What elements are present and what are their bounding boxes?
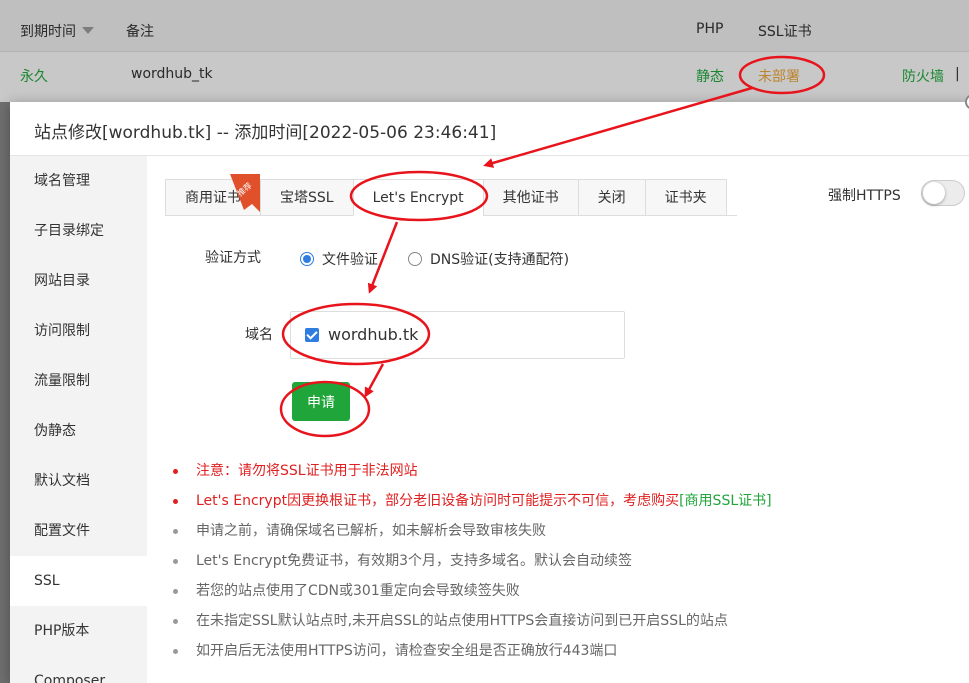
firewall-link[interactable]: 防火墙 bbox=[902, 66, 944, 86]
ssl-panel: 商用证书 推荐 宝塔SSL Let's Encrypt 其他证书 关闭 证书夹 … bbox=[147, 156, 969, 683]
overlay-strip bbox=[0, 102, 10, 683]
action-separator: | bbox=[955, 66, 960, 82]
list-item: 注意：请勿将SSL证书用于非法网站 bbox=[169, 459, 772, 489]
domain-label: 域名 bbox=[245, 327, 273, 343]
list-item: Let's Encrypt免费证书，有效期3个月，支持多域名。默认会自动续签 bbox=[169, 549, 772, 579]
expire-value[interactable]: 永久 bbox=[20, 66, 48, 86]
php-value[interactable]: 静态 bbox=[696, 66, 724, 86]
sort-caret-icon bbox=[82, 27, 94, 34]
commercial-ssl-link[interactable]: [商用SSL证书] bbox=[679, 493, 772, 509]
column-header-php: PHP bbox=[696, 21, 724, 37]
sidebar-item-rewrite[interactable]: 伪静态 bbox=[10, 406, 147, 456]
radio-dns-verify[interactable]: DNS验证(支持通配符) bbox=[408, 249, 569, 269]
domain-list: wordhub.tk bbox=[290, 311, 625, 359]
tab-other-cert[interactable]: 其他证书 bbox=[482, 179, 579, 216]
sidebar-item-php-version[interactable]: PHP版本 bbox=[10, 606, 147, 656]
toggle-knob bbox=[923, 182, 945, 204]
modal-title: 站点修改[wordhub.tk] -- 添加时间[2022-05-06 23:4… bbox=[34, 123, 497, 143]
ssl-status-link[interactable]: 未部署 bbox=[758, 66, 800, 86]
sidebar-item-config[interactable]: 配置文件 bbox=[10, 506, 147, 556]
column-header-expire[interactable]: 到期时间 bbox=[20, 21, 94, 41]
list-item: 如开启后无法使用HTTPS访问，请检查安全组是否正确放行443端口 bbox=[169, 639, 772, 669]
list-item: 若您的站点使用了CDN或301重定向会导致续签失败 bbox=[169, 579, 772, 609]
verify-method-label: 验证方式 bbox=[205, 250, 261, 266]
column-header-ssl: SSL证书 bbox=[758, 24, 812, 40]
list-item: 在未指定SSL默认站点时,未开启SSL的站点使用HTTPS会直接访问到已开启SS… bbox=[169, 609, 772, 639]
force-https-label: 强制HTTPS bbox=[828, 188, 901, 204]
sidebar-item-default-doc[interactable]: 默认文档 bbox=[10, 456, 147, 506]
sidebar-item-domain[interactable]: 域名管理 bbox=[10, 156, 147, 206]
sidebar-item-ssl[interactable]: SSL bbox=[10, 556, 147, 606]
domain-name: wordhub.tk bbox=[328, 325, 419, 344]
sidebar-item-site-dir[interactable]: 网站目录 bbox=[10, 256, 147, 306]
domain-checkbox[interactable] bbox=[305, 328, 319, 342]
site-list-table: 到期时间 备注 PHP SSL证书 永久 wordhub_tk 静态 未部署 防… bbox=[0, 0, 969, 102]
sidebar-item-subdir[interactable]: 子目录绑定 bbox=[10, 206, 147, 256]
ssl-tabs: 商用证书 推荐 宝塔SSL Let's Encrypt 其他证书 关闭 证书夹 bbox=[165, 174, 727, 216]
column-header-remark: 备注 bbox=[126, 24, 154, 40]
sidebar-item-traffic-limit[interactable]: 流量限制 bbox=[10, 356, 147, 406]
radio-unchecked-icon[interactable] bbox=[408, 252, 422, 266]
tips-list: 注意：请勿将SSL证书用于非法网站 Let's Encrypt因更换根证书，部分… bbox=[169, 459, 772, 669]
tab-lets-encrypt[interactable]: Let's Encrypt bbox=[352, 179, 484, 216]
modal-header: 站点修改[wordhub.tk] -- 添加时间[2022-05-06 23:4… bbox=[10, 102, 969, 156]
tab-cert-folder[interactable]: 证书夹 bbox=[644, 179, 727, 216]
radio-file-verify[interactable]: 文件验证 bbox=[300, 249, 378, 269]
tab-close[interactable]: 关闭 bbox=[577, 179, 646, 216]
list-item: Let's Encrypt因更换根证书，部分老旧设备访问时可能提示不可信，考虑购… bbox=[169, 489, 772, 519]
remark-value[interactable]: wordhub_tk bbox=[131, 66, 213, 82]
tab-commercial-cert[interactable]: 商用证书 推荐 bbox=[165, 174, 261, 216]
apply-button[interactable]: 申请 bbox=[292, 382, 350, 421]
sidebar: 域名管理 子目录绑定 网站目录 访问限制 流量限制 伪静态 默认文档 配置文件 … bbox=[10, 156, 147, 683]
sidebar-item-composer[interactable]: Composer bbox=[10, 656, 147, 683]
sidebar-item-access-limit[interactable]: 访问限制 bbox=[10, 306, 147, 356]
tab-bt-ssl[interactable]: 宝塔SSL bbox=[260, 179, 354, 216]
table-row: 永久 wordhub_tk 静态 未部署 防火墙 | bbox=[0, 52, 969, 102]
table-header: 到期时间 备注 PHP SSL证书 bbox=[0, 0, 969, 52]
force-https-toggle[interactable] bbox=[921, 180, 965, 206]
list-item: 申请之前，请确保域名已解析，如未解析会导致审核失败 bbox=[169, 519, 772, 549]
site-edit-modal: 站点修改[wordhub.tk] -- 添加时间[2022-05-06 23:4… bbox=[10, 94, 969, 683]
radio-checked-icon[interactable] bbox=[300, 252, 314, 266]
